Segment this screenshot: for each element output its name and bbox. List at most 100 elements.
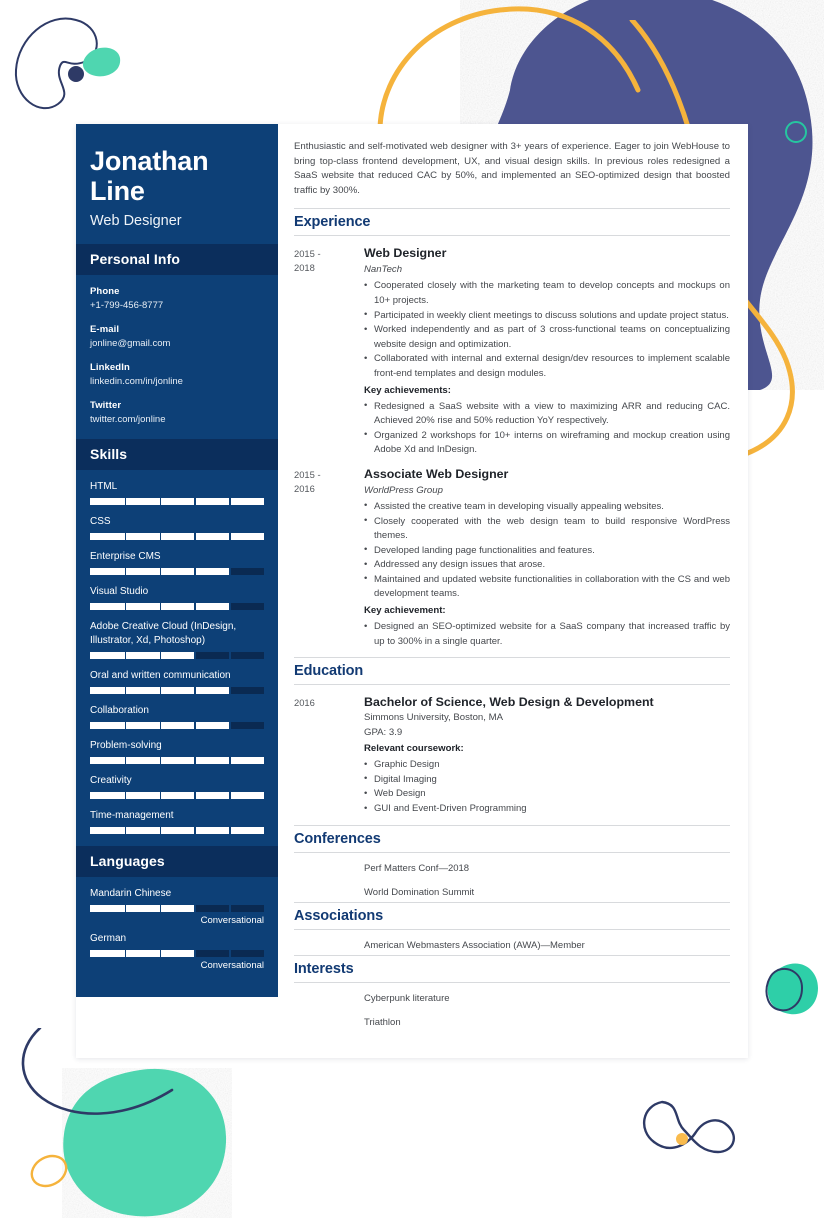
skill-meter xyxy=(90,498,264,505)
experience-body: Web Designer NanTech Cooperated closely wi… xyxy=(364,245,730,458)
skill-meter-divider xyxy=(229,687,231,694)
skill-item: Adobe Creative Cloud (InDesign, Illustra… xyxy=(90,620,264,659)
skill-meter-fill xyxy=(90,533,264,540)
skill-label: Visual Studio xyxy=(90,586,149,597)
contact-value[interactable]: +1-799-456-8777 xyxy=(90,299,264,312)
skill-item: Visual Studio xyxy=(90,585,264,610)
experience-bullet: Maintained and updated website functiona… xyxy=(364,572,730,602)
skill-meter-divider xyxy=(229,722,231,729)
skill-meter-divider xyxy=(194,603,196,610)
skill-meter-divider xyxy=(159,568,162,575)
skill-meter-divider xyxy=(124,687,127,694)
language-item: German Conversational xyxy=(90,932,264,971)
education-body: Bachelor of Science, Web Design & Develo… xyxy=(364,694,730,816)
contact-item-linkedin: LinkedIn linkedin.com/in/jonline xyxy=(90,361,264,388)
skill-meter-divider xyxy=(124,905,127,912)
resume-page: Jonathan Line Web Designer Personal Info… xyxy=(0,0,824,1217)
interests-heading: Interests xyxy=(294,954,730,983)
skill-label: Time-management xyxy=(90,810,174,821)
interests-section: Interests Cyberpunk literature Triathlon xyxy=(294,954,730,1030)
contact-value[interactable]: twitter.com/jonline xyxy=(90,413,264,426)
experience-section: Experience 2015 -2018 Web Designer NanTech… xyxy=(294,208,730,649)
skill-meter-divider xyxy=(159,652,162,659)
skill-meter xyxy=(90,687,264,694)
skill-label: Collaboration xyxy=(90,705,149,716)
sidebar-header: Jonathan Line Web Designer xyxy=(76,146,278,230)
skill-meter xyxy=(90,722,264,729)
skill-meter-divider xyxy=(194,950,196,957)
contact-label: E-mail xyxy=(90,324,120,335)
coursework-heading: Relevant coursework: xyxy=(364,743,464,755)
peanut-outline-navy-icon xyxy=(642,1100,735,1154)
contact-label: Phone xyxy=(90,286,120,297)
skill-item: HTML xyxy=(90,480,264,505)
skill-meter-fill xyxy=(90,827,264,834)
skill-item: Oral and written communication xyxy=(90,669,264,694)
skill-meter-divider xyxy=(194,533,196,540)
candidate-name: Jonathan Line xyxy=(90,146,264,206)
experience-body: Associate Web Designer WorldPress Group As… xyxy=(364,466,730,649)
associations-list: American Webmasters Association (AWA)—Me… xyxy=(294,939,730,953)
contact-item-twitter: Twitter twitter.com/jonline xyxy=(90,399,264,426)
language-label: German xyxy=(90,933,127,944)
dot-orange-bottom-right-icon xyxy=(676,1133,688,1145)
interest-item: Cyberpunk literature xyxy=(364,992,450,1004)
experience-job-title: Web Designer xyxy=(364,246,447,261)
skill-meter-fill xyxy=(90,950,195,957)
skill-meter-divider xyxy=(124,722,127,729)
skills-list: HTML CSS Enterprise CMS Visual Studio Adobe … xyxy=(76,470,278,846)
experience-date: 2015 -2018 xyxy=(294,248,321,274)
education-heading: Education xyxy=(294,657,730,686)
experience-heading: Experience xyxy=(294,208,730,237)
coursework-item: Web Design xyxy=(364,787,730,802)
skill-meter xyxy=(90,950,264,957)
experience-date: 2015 -2016 xyxy=(294,468,321,494)
language-item: Mandarin Chinese Conversational xyxy=(90,887,264,926)
skill-meter xyxy=(90,905,264,912)
skill-meter-divider xyxy=(229,652,231,659)
skill-meter-divider xyxy=(124,533,127,540)
skill-meter-divider xyxy=(194,498,196,505)
skill-meter-divider xyxy=(194,827,196,834)
key-achievements-list: Designed an SEO-optimized website for a … xyxy=(364,620,730,649)
skill-meter-divider xyxy=(194,687,196,694)
skill-meter-divider xyxy=(194,652,196,659)
professional-summary: Enthusiastic and self-motivated web desi… xyxy=(294,141,730,196)
association-item: American Webmasters Association (AWA)—Me… xyxy=(364,939,585,951)
skill-meter-divider xyxy=(124,498,127,505)
skills-heading: Skills xyxy=(76,439,278,470)
skill-meter-divider xyxy=(124,757,127,764)
skill-item: Collaboration xyxy=(90,704,264,729)
languages-heading: Languages xyxy=(76,846,278,877)
skill-meter-divider xyxy=(229,568,231,575)
skill-meter-fill xyxy=(90,757,264,764)
skill-meter xyxy=(90,652,264,659)
experience-company: NanTech xyxy=(364,264,403,276)
sidebar: Jonathan Line Web Designer Personal Info… xyxy=(76,124,278,997)
skill-item: CSS xyxy=(90,515,264,540)
experience-bullet: Participated in weekly client meetings t… xyxy=(364,308,730,324)
associations-heading: Associations xyxy=(294,901,730,930)
candidate-last-name: Line xyxy=(90,176,145,206)
circle-outline-teal-icon xyxy=(785,121,807,143)
skill-meter-divider xyxy=(229,905,231,912)
key-achievement-bullet: Designed an SEO-optimized website for a … xyxy=(364,620,730,649)
experience-job-title: Associate Web Designer xyxy=(364,466,509,481)
skill-meter-divider xyxy=(194,757,196,764)
resume-sheet: Jonathan Line Web Designer Personal Info… xyxy=(76,124,748,1058)
key-achievements-heading: Key achievements: xyxy=(364,384,451,396)
key-achievements-heading: Key achievement: xyxy=(364,605,446,617)
associations-section: Associations American Webmasters Associa… xyxy=(294,901,730,953)
blob-teal-bottom-right-icon xyxy=(765,963,818,1015)
coursework-item: Digital Imaging xyxy=(364,772,730,788)
skill-label: Oral and written communication xyxy=(90,670,231,681)
skill-item: Creativity xyxy=(90,774,264,799)
skill-meter-divider xyxy=(159,757,162,764)
coursework-list: Graphic DesignDigital ImagingWeb DesignG… xyxy=(364,758,730,816)
contact-value[interactable]: linkedin.com/in/jonline xyxy=(90,375,264,388)
dot-navy-top-left-icon xyxy=(68,66,84,82)
contact-value[interactable]: jonline@gmail.com xyxy=(90,337,264,350)
skill-meter-divider xyxy=(194,568,196,575)
skill-meter-divider xyxy=(159,905,162,912)
contact-label: LinkedIn xyxy=(90,362,130,373)
